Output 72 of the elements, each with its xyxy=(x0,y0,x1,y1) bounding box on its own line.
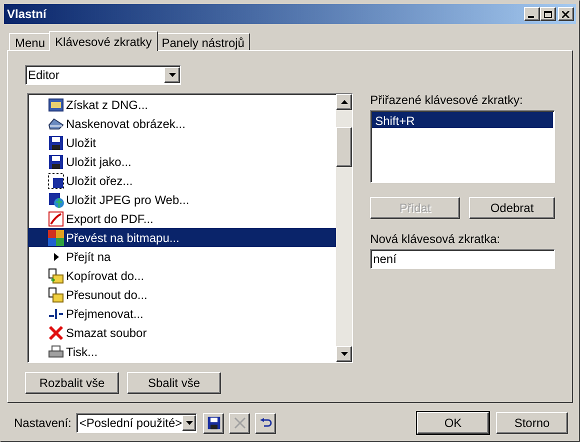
move-to-folder-icon xyxy=(48,286,64,302)
command-list-item[interactable]: Uložit jako... xyxy=(28,152,336,171)
command-label: Přejít na xyxy=(66,248,111,266)
shortcut-list-item[interactable]: Shift+R xyxy=(372,112,553,128)
delete-x-icon xyxy=(48,324,64,340)
tab[interactable]: Panely nástrojů xyxy=(156,33,250,51)
command-label: Převést na bitmapu... xyxy=(66,230,180,246)
ok-button[interactable]: OK xyxy=(417,412,489,434)
tab[interactable]: Klávesové zkratky xyxy=(49,31,158,51)
minimize-button[interactable] xyxy=(524,7,540,21)
command-label: Export do PDF... xyxy=(66,210,154,228)
command-label: Přejmenovat... xyxy=(66,306,144,322)
category-dropdown[interactable]: Editor xyxy=(25,65,181,85)
new-shortcut-label: Nová klávesová zkratka: xyxy=(370,231,502,248)
command-label: Uložit jako... xyxy=(66,154,132,170)
scanner-icon xyxy=(48,116,64,132)
expand-arrow-icon[interactable] xyxy=(54,252,58,260)
preset-label: Nastavení: xyxy=(14,415,72,432)
vertical-scrollbar[interactable] xyxy=(336,94,352,362)
command-label: Uložit xyxy=(66,134,96,152)
command-label: Smazat soubor xyxy=(66,324,147,342)
collapse-all-button[interactable]: Sbalit vše xyxy=(127,372,221,394)
command-list-item[interactable]: Tisk... xyxy=(28,342,336,361)
dropdown-arrow-button[interactable] xyxy=(164,67,180,83)
window-title: Vlastní xyxy=(7,6,46,23)
command-list-item[interactable]: Export do PDF... xyxy=(28,209,336,228)
command-list-item[interactable]: Smazat soubor xyxy=(28,323,336,342)
command-label: Uložit ořez... xyxy=(66,172,133,190)
caret-icon xyxy=(186,421,193,425)
command-list-item[interactable]: Přejmenovat... xyxy=(28,304,336,323)
new-shortcut-field[interactable]: není xyxy=(370,249,555,269)
cancel-button[interactable]: Storno xyxy=(496,412,568,434)
scroll-thumb[interactable] xyxy=(336,127,352,167)
maximize-icon xyxy=(544,10,552,18)
scroll-down-icon xyxy=(340,352,348,356)
command-list-item[interactable]: Uložit JPEG pro Web... xyxy=(28,190,336,209)
dropdown-arrow-button[interactable] xyxy=(182,415,196,431)
command-list-item[interactable]: Uložit ořez... xyxy=(28,171,336,190)
preset-dropdown[interactable]: <Poslední použité> xyxy=(76,413,198,433)
undo-button[interactable] xyxy=(255,412,276,434)
command-list-item[interactable]: Naskenovat obrázek... xyxy=(28,114,336,133)
save-preset-button[interactable] xyxy=(203,412,224,434)
printer-icon xyxy=(48,344,64,360)
delete-x-icon xyxy=(234,417,246,429)
command-label: Tisk... xyxy=(66,344,98,360)
crop-save-icon xyxy=(48,172,64,188)
command-list-item[interactable]: Přesunout do... xyxy=(28,285,336,304)
dng-file-icon xyxy=(48,96,64,112)
web-save-icon xyxy=(48,192,64,208)
command-list-item[interactable]: Získat z DNG... xyxy=(28,95,336,114)
command-list-item[interactable]: Přejít na xyxy=(28,247,336,266)
command-list-item[interactable]: Uložit xyxy=(28,133,336,152)
command-list-item[interactable]: Kopírovat do... xyxy=(28,266,336,285)
command-label: Získat z DNG... xyxy=(66,96,148,114)
expand-all-button[interactable]: Rozbalit vše xyxy=(25,372,119,394)
caret-icon xyxy=(168,73,176,77)
undo-icon xyxy=(260,418,272,428)
pdf-icon xyxy=(48,210,64,226)
scroll-up-icon xyxy=(340,100,348,104)
assigned-shortcuts-label: Přiřazené klávesové zkratky: xyxy=(370,92,524,109)
remove-button[interactable]: Odebrat xyxy=(469,197,555,219)
close-button[interactable] xyxy=(558,7,574,21)
command-list-item[interactable]: Převést na bitmapu... xyxy=(28,228,336,247)
bitmap-icon xyxy=(48,230,64,246)
command-label: Uložit JPEG pro Web... xyxy=(66,192,190,208)
copy-to-folder-icon xyxy=(48,268,64,284)
command-label: Naskenovat obrázek... xyxy=(66,116,186,132)
tab[interactable]: Menu xyxy=(9,33,52,51)
command-label: Kopírovat do... xyxy=(66,268,144,284)
close-icon xyxy=(562,10,570,18)
maximize-button[interactable] xyxy=(540,7,556,21)
command-label: Přesunout do... xyxy=(66,286,148,304)
